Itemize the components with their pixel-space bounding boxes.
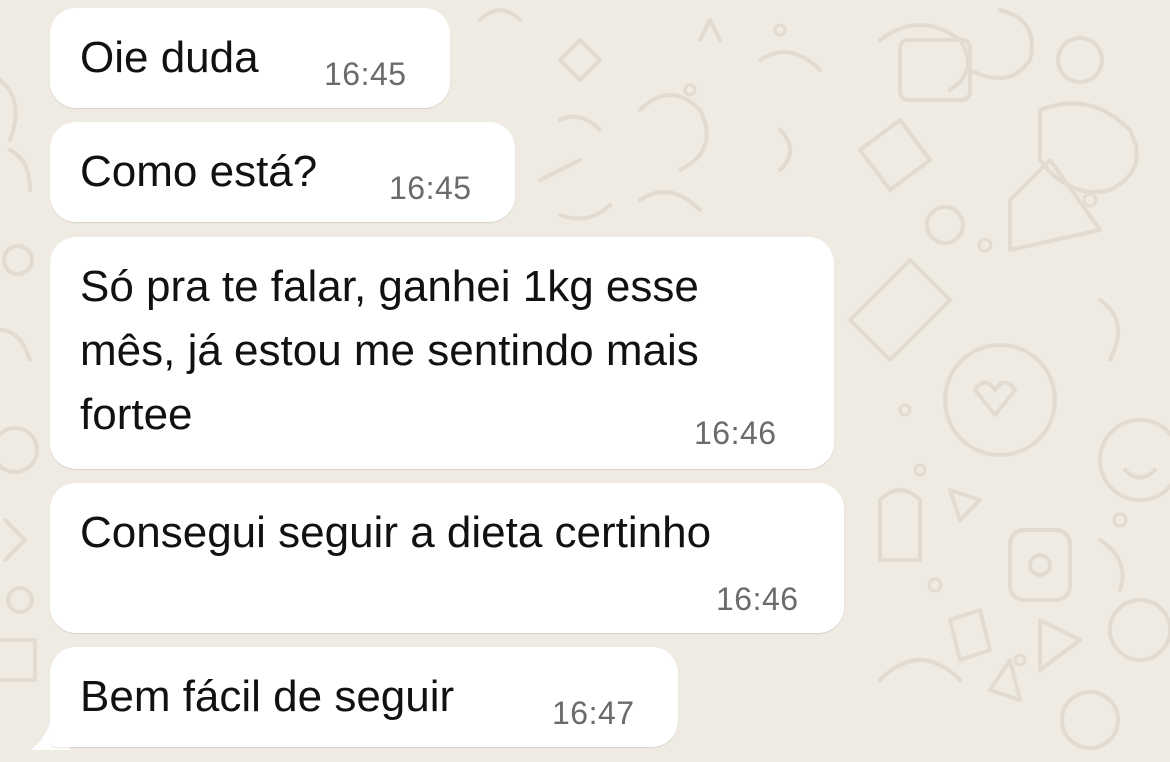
message-text: Oie duda xyxy=(80,33,259,82)
message-bubble[interactable]: Bem fácil de seguir 16:47 xyxy=(50,647,678,747)
message-timestamp: 16:45 xyxy=(389,170,472,206)
message-timestamp: 16:46 xyxy=(694,415,777,451)
message-text: Só pra te falar, ganhei 1kg esse mês, já… xyxy=(80,262,699,439)
message-bubble[interactable]: Oie duda 16:45 xyxy=(50,8,450,108)
chat-message-list: Oie duda 16:45 Como está? 16:45 Só pra t… xyxy=(0,0,1170,762)
message-text: Bem fácil de seguir xyxy=(80,672,455,721)
message-timestamp: 16:45 xyxy=(324,56,407,92)
message-text: Consegui seguir a dieta certinho xyxy=(80,508,712,557)
message-bubble[interactable]: Consegui seguir a dieta certinho 16:46 xyxy=(50,483,844,633)
message-bubble[interactable]: Como está? 16:45 xyxy=(50,122,515,222)
message-timestamp: 16:46 xyxy=(716,581,799,617)
message-text: Como está? xyxy=(80,147,318,196)
message-bubble[interactable]: Só pra te falar, ganhei 1kg esse mês, já… xyxy=(50,237,834,469)
message-timestamp: 16:47 xyxy=(552,695,635,731)
